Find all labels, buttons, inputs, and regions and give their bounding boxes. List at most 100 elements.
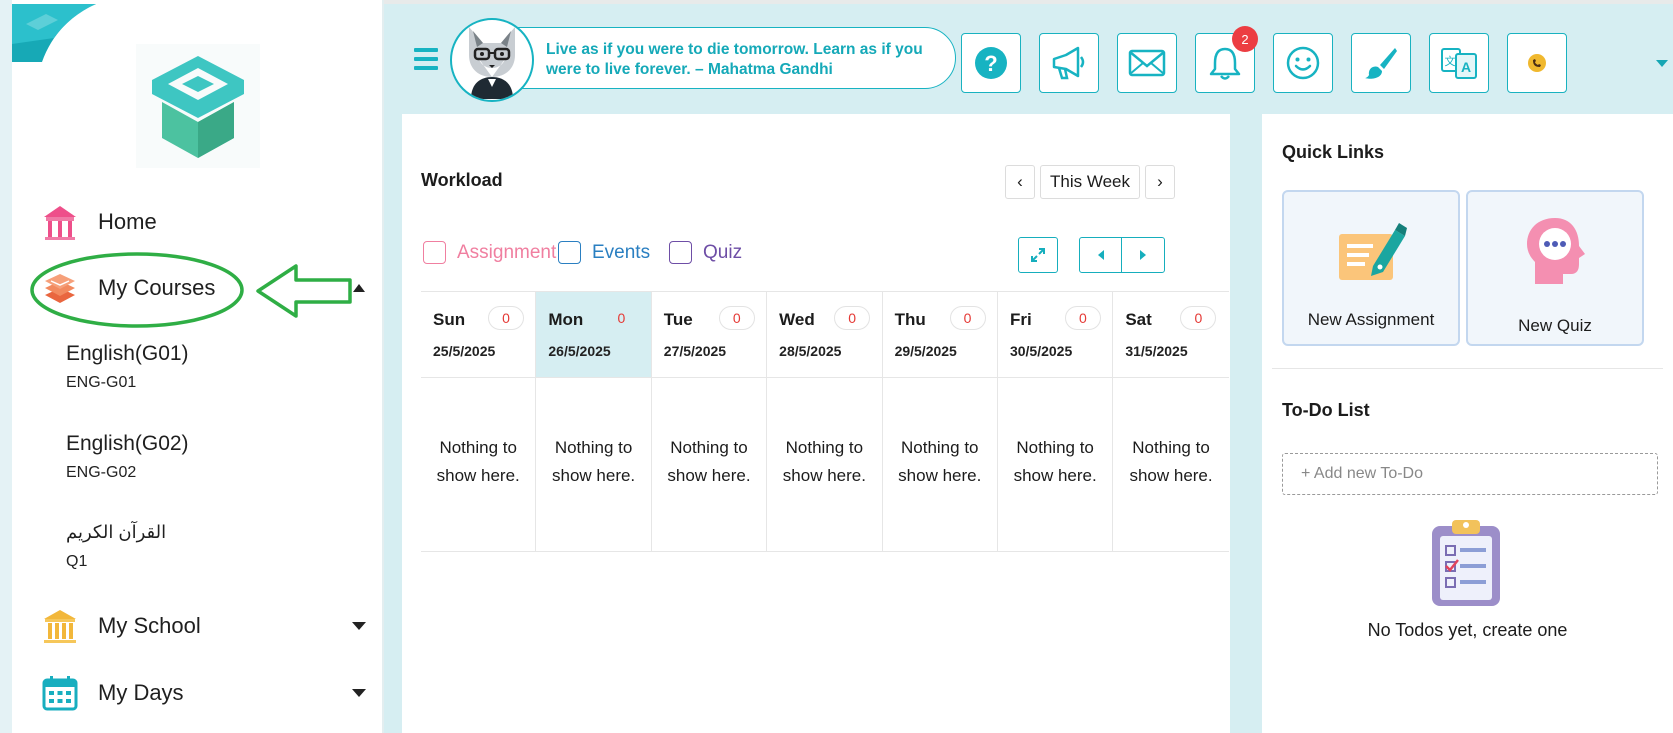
profile-menu-caret-icon[interactable] (1656, 60, 1668, 67)
chevron-right-icon: › (1157, 172, 1163, 191)
legend-label: Assignment (457, 241, 557, 263)
collapse-caret-icon[interactable] (353, 284, 365, 292)
course-item[interactable]: القرآن الكريم Q1 (66, 522, 166, 571)
school-building-icon (40, 606, 80, 646)
day-name: Fri (1009, 310, 1032, 329)
day-count-badge: 0 (1064, 306, 1101, 330)
day-header: Sun 0 25/5/2025 (421, 292, 536, 378)
todo-empty-message: No Todos yet, create one (1367, 620, 1568, 640)
day-count-badge: 0 (488, 306, 524, 330)
language-button[interactable]: 文 A (1429, 33, 1489, 93)
legend-quiz[interactable]: Quiz (669, 241, 742, 264)
nav-my-days[interactable]: My Days (40, 671, 184, 715)
new-quiz-card[interactable]: New Quiz (1466, 190, 1644, 346)
right-panel: Quick Links New Assignment New Quiz To-D… (1262, 114, 1673, 733)
nav-my-school[interactable]: My School (40, 604, 201, 648)
empty-day-message: Nothing to show here. (898, 438, 982, 485)
previous-week-button[interactable]: ‹ (1005, 165, 1035, 199)
notification-count-badge: 2 (1232, 26, 1258, 52)
day-count-badge: 0 (834, 306, 871, 330)
day-date: 29/5/2025 (894, 343, 957, 359)
expand-caret-icon[interactable] (352, 622, 366, 630)
next-week-button[interactable]: › (1145, 165, 1175, 199)
expand-caret-icon[interactable] (352, 689, 366, 697)
new-assignment-card[interactable]: New Assignment (1282, 190, 1460, 346)
day-date: 25/5/2025 (433, 343, 496, 359)
expand-icon (1031, 248, 1045, 262)
new-quiz-icon (1468, 214, 1642, 288)
day-column[interactable]: Tue 0 27/5/2025 Nothing to show here. (651, 292, 768, 551)
week-range-button[interactable]: This Week (1040, 165, 1140, 199)
day-column[interactable]: Thu 0 29/5/2025 Nothing to show here. (882, 292, 998, 551)
todo-title: To-Do List (1282, 400, 1370, 420)
help-icon: ? (975, 47, 1007, 79)
scroll-right-button[interactable] (1122, 238, 1164, 272)
day-count-badge: 0 (949, 306, 986, 330)
legend-assignment[interactable]: Assignment (423, 241, 556, 264)
day-date: 26/5/2025 (548, 343, 611, 359)
nav-home[interactable]: Home (40, 200, 157, 244)
school-logo (136, 44, 260, 168)
new-assignment-icon (1284, 220, 1458, 286)
course-item[interactable]: English(G01) ENG-G01 (66, 342, 189, 392)
quick-links-title: Quick Links (1282, 142, 1385, 162)
announcements-button[interactable] (1039, 33, 1099, 93)
empty-day-message: Nothing to show here. (782, 438, 866, 485)
day-column[interactable]: Wed 0 28/5/2025 Nothing to show here. (767, 292, 883, 551)
week-calendar: Sun 0 25/5/2025 Nothing to show here. Mo… (421, 291, 1229, 552)
bell-icon (1209, 47, 1241, 80)
books-icon (40, 268, 80, 308)
day-header: Tue 0 27/5/2025 (651, 292, 767, 378)
mail-icon (1128, 49, 1166, 77)
checkbox[interactable] (423, 241, 446, 264)
clipboard-icon (1432, 520, 1500, 606)
course-code: Q1 (66, 553, 88, 570)
day-header: Mon 0 26/5/2025 (536, 292, 651, 378)
legend-events[interactable]: Events (558, 241, 650, 264)
day-count-badge: 0 (718, 306, 755, 330)
empty-day-message: Nothing to show here. (1013, 438, 1097, 485)
day-column[interactable]: Sun 0 25/5/2025 Nothing to show here. (421, 292, 537, 551)
day-column-today[interactable]: Mon 0 26/5/2025 Nothing to show here. (536, 292, 652, 551)
translate-icon: 文 A (1441, 48, 1477, 79)
smiley-icon (1286, 46, 1320, 80)
course-code: ENG-G01 (66, 374, 137, 391)
svg-text:A: A (1461, 59, 1471, 75)
course-item[interactable]: English(G02) ENG-G02 (66, 432, 189, 482)
day-date: 27/5/2025 (663, 343, 727, 359)
day-name: Mon (548, 310, 584, 329)
home-icon (40, 202, 80, 242)
add-todo-input[interactable]: + Add new To-Do (1282, 453, 1658, 495)
nav-my-days-label: My Days (98, 680, 184, 705)
messages-button[interactable] (1117, 33, 1177, 93)
expand-button[interactable] (1018, 237, 1058, 273)
quick-link-label: New Quiz (1518, 316, 1592, 335)
feedback-button[interactable] (1273, 33, 1333, 93)
nav-home-label: Home (98, 209, 157, 234)
nav-my-courses[interactable]: My Courses (40, 266, 215, 310)
fox-mascot-avatar (450, 18, 534, 102)
checkbox[interactable] (558, 241, 581, 264)
day-name: Thu (894, 310, 926, 329)
profile-button[interactable] (1507, 33, 1567, 93)
main-area: Live as if you were to die tomorrow. Lea… (384, 0, 1673, 733)
day-header: Fri 0 30/5/2025 (997, 292, 1113, 378)
sidebar: Home My Courses English(G01) ENG-G01 Eng… (0, 0, 384, 733)
day-date: 30/5/2025 (1009, 343, 1073, 359)
course-code: ENG-G02 (66, 464, 137, 481)
day-column[interactable]: Sat 0 31/5/2025 Nothing to show here. (1113, 292, 1229, 551)
day-header: Thu 0 29/5/2025 (882, 292, 997, 378)
scroll-left-button[interactable] (1080, 238, 1123, 272)
menu-icon[interactable] (414, 48, 438, 72)
notifications-button[interactable]: 2 (1195, 26, 1258, 93)
help-button[interactable]: ? (961, 33, 1021, 93)
brush-icon (1365, 48, 1397, 79)
divider (1272, 368, 1663, 369)
theme-button[interactable] (1351, 33, 1411, 93)
calendar-icon (40, 673, 80, 713)
day-column[interactable]: Fri 0 30/5/2025 Nothing to show here. (997, 292, 1114, 551)
day-header: Sat 0 31/5/2025 (1113, 292, 1229, 378)
day-name: Tue (663, 310, 693, 329)
empty-day-message: Nothing to show here. (1129, 438, 1213, 485)
checkbox[interactable] (669, 241, 692, 264)
